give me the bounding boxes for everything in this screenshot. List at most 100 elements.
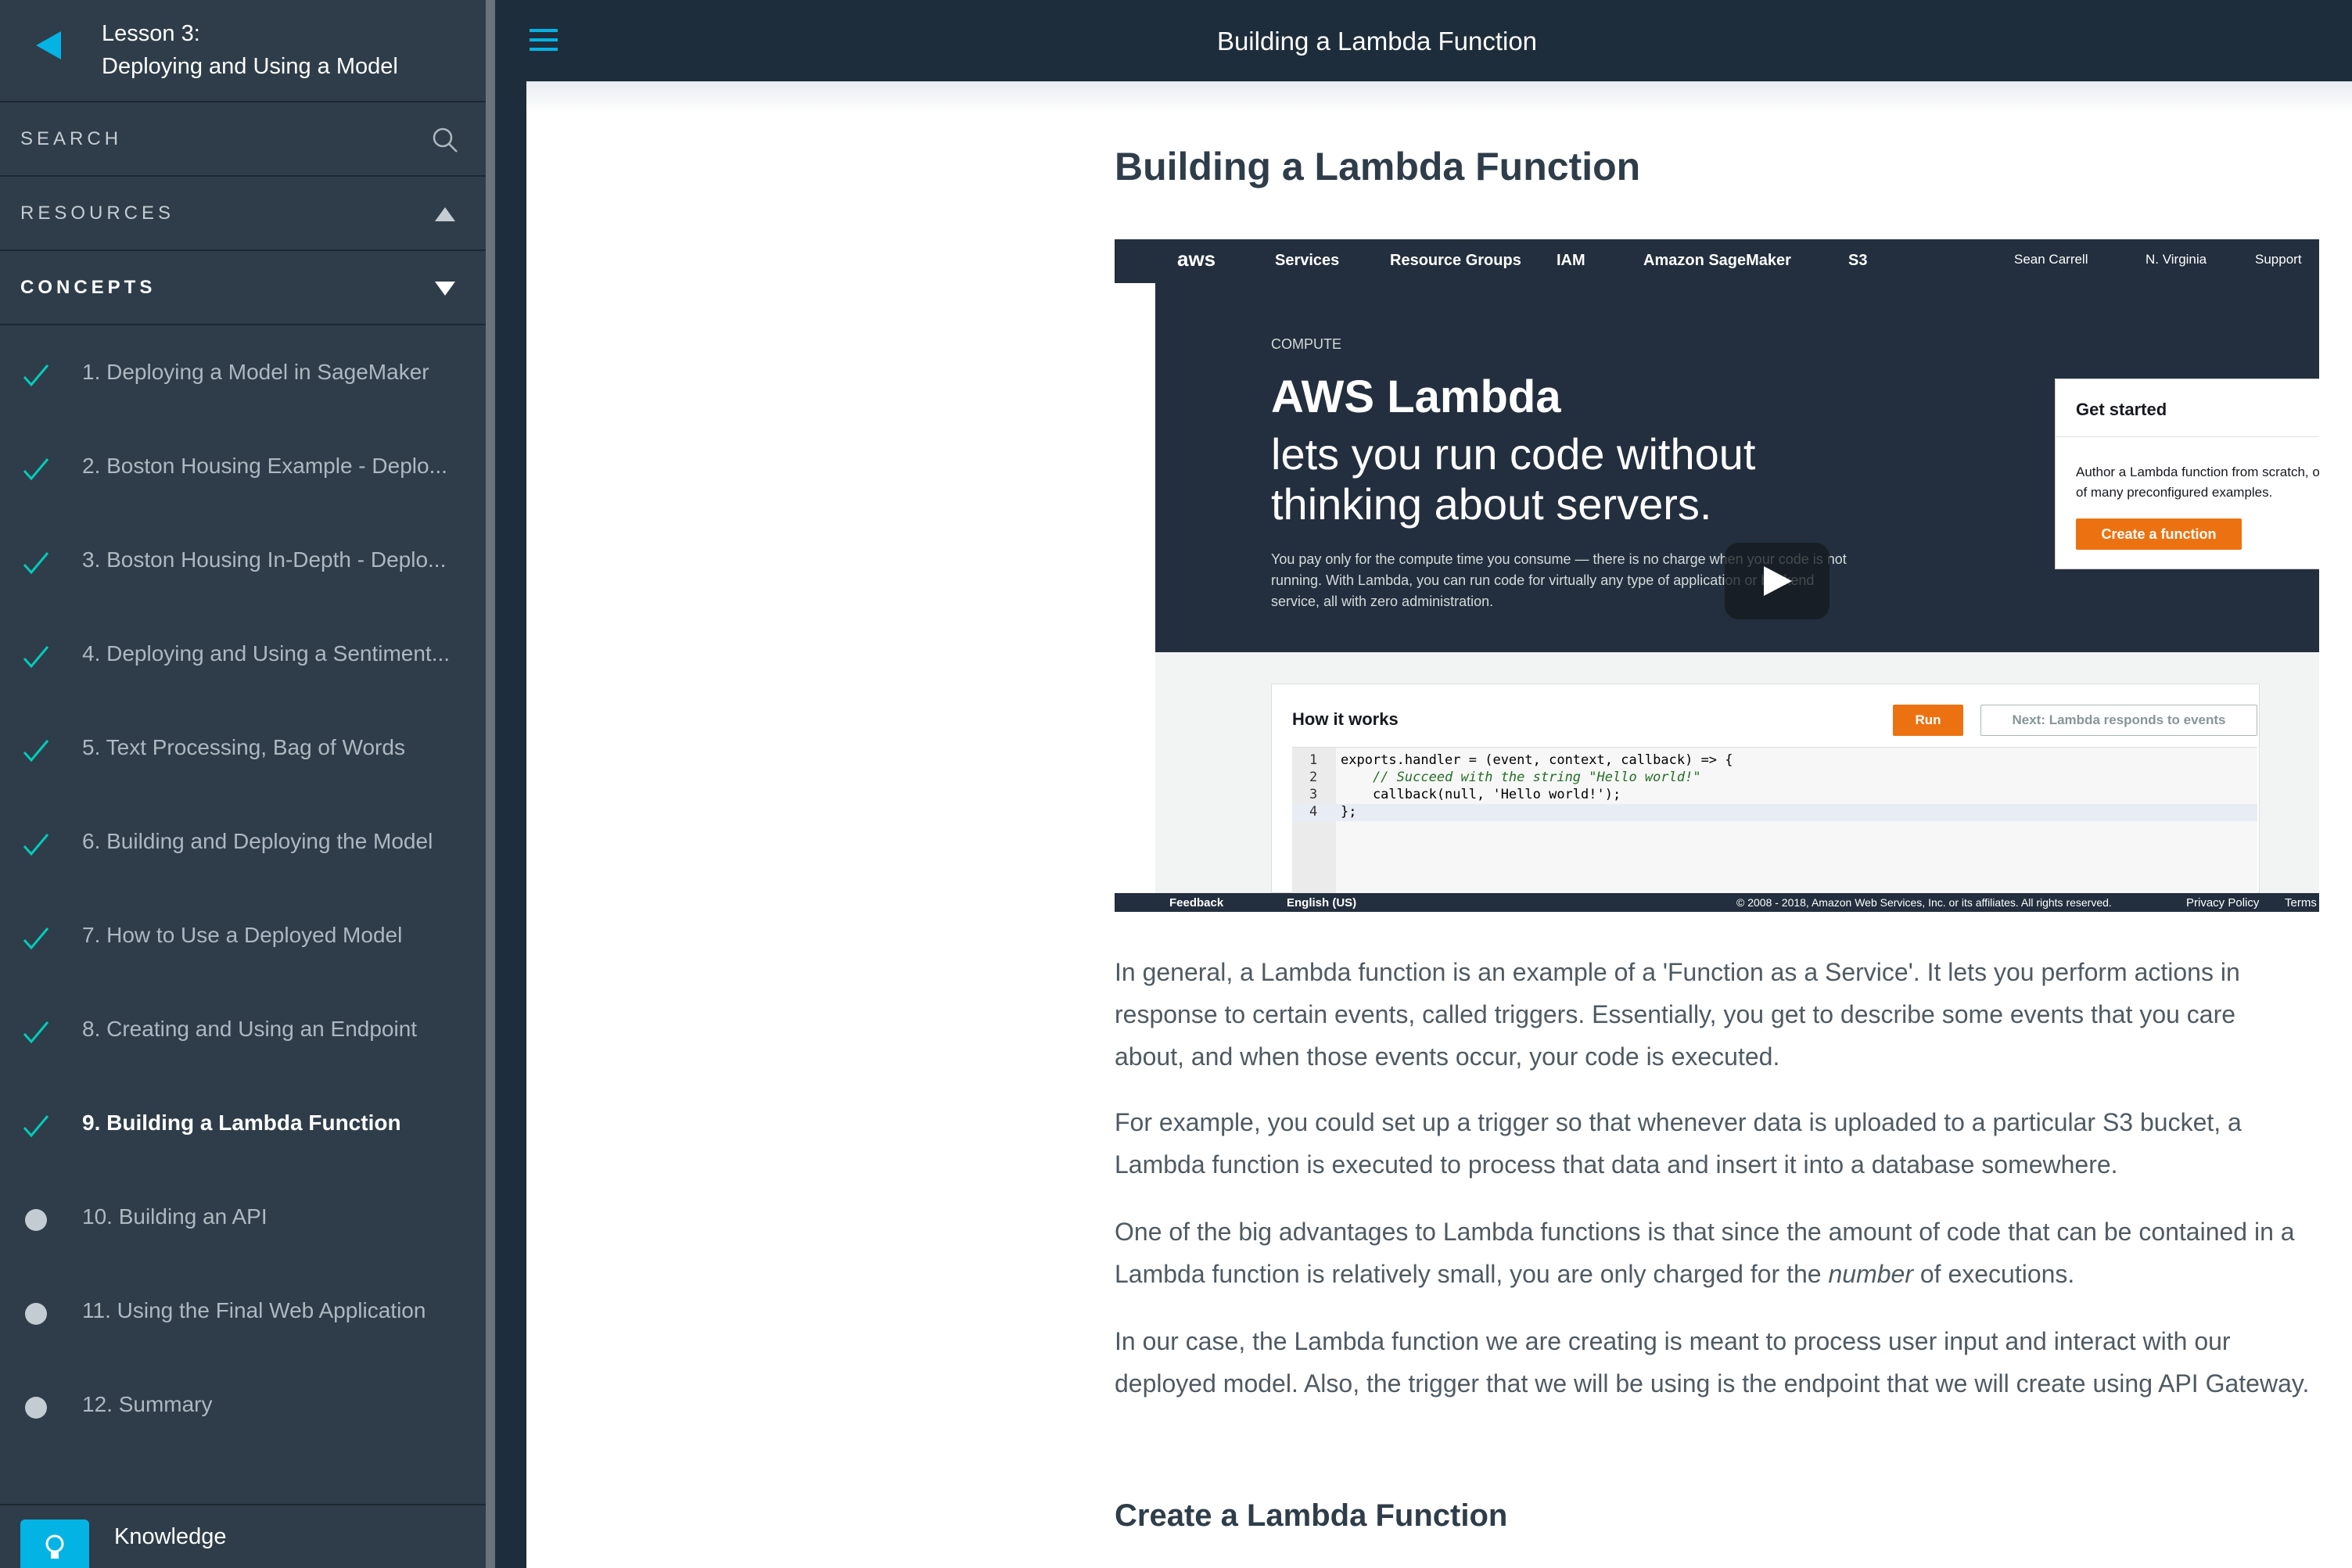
paragraph: For example, you could set up a trigger … bbox=[1115, 1108, 2242, 1179]
concept-item[interactable]: 12. Summary bbox=[0, 1359, 486, 1453]
concept-item[interactable]: 10. Building an API bbox=[0, 1172, 486, 1265]
concept-title: 1. Deploying a Model in SageMaker bbox=[82, 360, 429, 384]
article-title: Building a Lambda Function bbox=[1115, 145, 1641, 188]
paragraph: One of the big advantages to Lambda func… bbox=[1115, 1211, 2311, 1295]
get-started-card: Get started Author a Lambda function fro… bbox=[2055, 379, 2319, 569]
lesson-titles: Lesson 3: Deploying and Using a Model bbox=[102, 17, 398, 83]
concepts-label: CONCEPTS bbox=[20, 276, 156, 298]
hero-subtitle-line1: lets you run code without bbox=[1271, 429, 1756, 479]
lesson-header: Lesson 3: Deploying and Using a Model bbox=[0, 0, 486, 102]
code-editor: 1 exports.handler = (event, context, call… bbox=[1292, 747, 2257, 895]
hero-eyebrow: COMPUTE bbox=[1271, 336, 1341, 352]
check-icon bbox=[22, 831, 50, 859]
aws-nav-resource-groups: Resource Groups bbox=[1390, 252, 1521, 269]
aws-footer-language: English (US) bbox=[1287, 896, 1357, 910]
code-line: 1 exports.handler = (event, context, call… bbox=[1292, 752, 2257, 770]
check-icon bbox=[22, 1112, 50, 1140]
aws-nav-iam: IAM bbox=[1557, 252, 1585, 269]
line-number: 3 bbox=[1309, 787, 1318, 802]
paragraph-emphasis: number bbox=[1828, 1260, 1913, 1288]
incomplete-dot-icon bbox=[22, 1206, 50, 1234]
lightbulb-icon bbox=[20, 1520, 89, 1568]
line-number: 2 bbox=[1309, 770, 1318, 785]
concept-item-active[interactable]: 9. Building a Lambda Function bbox=[0, 1078, 486, 1172]
knowledge-label: Knowledge bbox=[114, 1524, 227, 1549]
check-icon bbox=[22, 643, 50, 671]
concept-item[interactable]: 1. Deploying a Model in SageMaker bbox=[0, 327, 486, 421]
code-line: 2 // Succeed with the string "Hello worl… bbox=[1292, 770, 2257, 787]
video-player[interactable]: aws Services Resource Groups IAM Amazon … bbox=[1115, 239, 2319, 912]
concept-item[interactable]: 7. How to Use a Deployed Model bbox=[0, 890, 486, 984]
chevron-down-icon bbox=[435, 282, 455, 296]
concept-item[interactable]: 5. Text Processing, Bag of Words bbox=[0, 702, 486, 796]
check-icon bbox=[22, 549, 50, 577]
resources-toggle[interactable]: RESOURCES bbox=[0, 177, 486, 251]
code-line: 3 callback(null, 'Hello world!'); bbox=[1292, 787, 2257, 804]
section-heading: Create a Lambda Function bbox=[1115, 1498, 1508, 1533]
sidebar-scrollbar[interactable] bbox=[486, 0, 495, 1568]
aws-logo: aws bbox=[1177, 247, 1216, 271]
next-button: Next: Lambda responds to events bbox=[1980, 705, 2257, 736]
concept-title: 9. Building a Lambda Function bbox=[82, 1111, 401, 1135]
aws-how-it-works-section: How it works Run Next: Lambda responds t… bbox=[1155, 652, 2319, 895]
concept-item[interactable]: 2. Boston Housing Example - Deplo... bbox=[0, 421, 486, 515]
aws-footer: Feedback English (US) © 2008 - 2018, Ama… bbox=[1115, 893, 2319, 912]
code-text: }; bbox=[1341, 804, 1357, 820]
concept-item[interactable]: 8. Creating and Using an Endpoint bbox=[0, 984, 486, 1078]
play-button[interactable] bbox=[1725, 543, 1830, 619]
hero-title: AWS Lambda bbox=[1271, 371, 1561, 422]
create-function-button: Create a function bbox=[2076, 518, 2242, 550]
run-button: Run bbox=[1893, 705, 1963, 736]
incomplete-dot-icon bbox=[22, 1300, 50, 1328]
concept-item[interactable]: 11. Using the Final Web Application bbox=[0, 1265, 486, 1359]
check-icon bbox=[22, 924, 50, 953]
back-arrow-icon bbox=[36, 31, 61, 59]
line-number: 4 bbox=[1309, 804, 1318, 820]
concept-title: 10. Building an API bbox=[82, 1204, 268, 1229]
get-started-body: Author a Lambda function from scratch, o… bbox=[2076, 465, 2319, 500]
aws-nav-region: N. Virginia bbox=[2146, 252, 2207, 267]
concept-item[interactable]: 6. Building and Deploying the Model bbox=[0, 796, 486, 890]
aws-nav-user: Sean Carrell bbox=[2014, 252, 2088, 267]
aws-footer-privacy: Privacy Policy bbox=[2186, 896, 2260, 910]
lesson-label: Lesson 3: bbox=[102, 21, 200, 46]
check-icon bbox=[22, 737, 50, 765]
play-icon bbox=[1764, 566, 1792, 596]
aws-console-nav: aws Services Resource Groups IAM Amazon … bbox=[1115, 239, 2319, 283]
code-text: callback(null, 'Hello world!'); bbox=[1341, 787, 1621, 802]
concept-item[interactable]: 3. Boston Housing In-Depth - Deplo... bbox=[0, 515, 486, 608]
top-bar: Building a Lambda Function bbox=[495, 0, 2352, 81]
paragraph: In general, a Lambda function is an exam… bbox=[1115, 958, 2240, 1071]
check-icon bbox=[22, 1018, 50, 1046]
back-button[interactable] bbox=[31, 28, 66, 63]
aws-nav-sagemaker: Amazon SageMaker bbox=[1643, 252, 1791, 269]
search-bar[interactable]: SEARCH bbox=[0, 102, 486, 177]
concept-title: 4. Deploying and Using a Sentiment... bbox=[82, 641, 451, 666]
concepts-toggle[interactable]: CONCEPTS bbox=[0, 251, 486, 325]
concept-title: 2. Boston Housing Example - Deplo... bbox=[82, 454, 447, 478]
search-label: SEARCH bbox=[20, 127, 123, 149]
knowledge-link[interactable]: Knowledge bbox=[0, 1504, 486, 1568]
aws-footer-feedback: Feedback bbox=[1169, 896, 1224, 910]
check-icon bbox=[22, 455, 50, 483]
content-top-shadow bbox=[526, 81, 2352, 113]
concept-title: 7. How to Use a Deployed Model bbox=[82, 923, 403, 947]
paragraph-text: of executions. bbox=[1912, 1260, 2075, 1288]
page-heading: Building a Lambda Function bbox=[1216, 27, 1538, 56]
how-it-works-title: How it works bbox=[1292, 709, 1399, 729]
search-icon[interactable] bbox=[431, 126, 459, 154]
incomplete-dot-icon bbox=[22, 1394, 50, 1422]
concept-title: 6. Building and Deploying the Model bbox=[82, 829, 433, 853]
aws-nav-s3: S3 bbox=[1848, 252, 1868, 269]
code-text: // Succeed with the string "Hello world!… bbox=[1341, 770, 1701, 785]
lesson-name: Deploying and Using a Model bbox=[102, 54, 398, 79]
article: Building a Lambda Function bbox=[1115, 144, 2296, 189]
aws-nav-services: Services bbox=[1275, 252, 1340, 269]
resources-label: RESOURCES bbox=[20, 202, 175, 224]
get-started-title: Get started bbox=[2056, 379, 2319, 437]
aws-footer-copyright: © 2008 - 2018, Amazon Web Services, Inc.… bbox=[1736, 896, 2112, 909]
paragraph: In our case, the Lambda function we are … bbox=[1115, 1327, 2310, 1398]
concept-item[interactable]: 4. Deploying and Using a Sentiment... bbox=[0, 608, 486, 702]
code-line: 4}; bbox=[1292, 804, 2257, 821]
sidebar-divider bbox=[495, 0, 526, 1568]
